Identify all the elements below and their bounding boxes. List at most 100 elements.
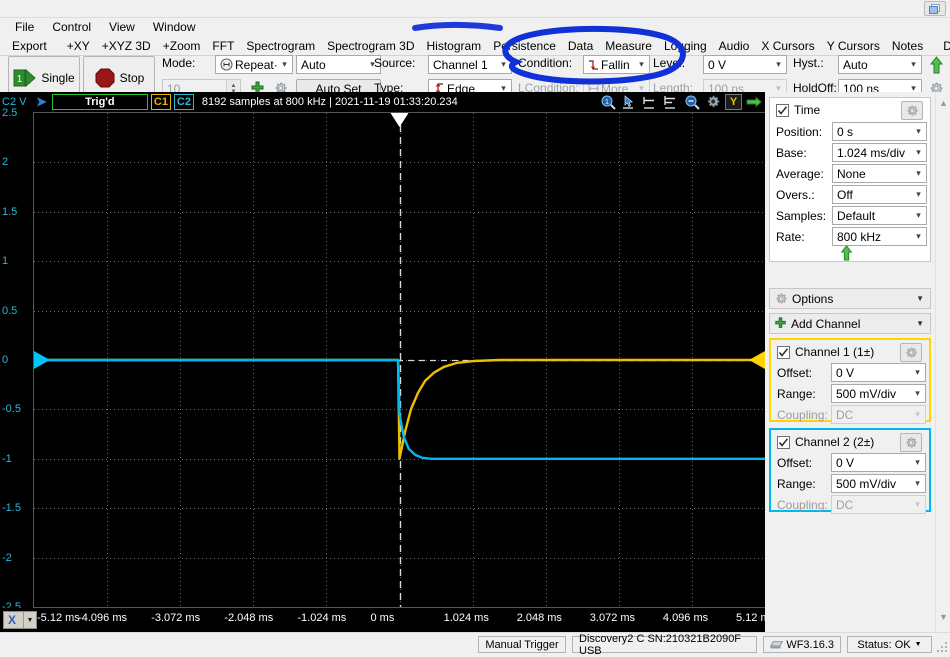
trigger-condition-select[interactable]: Fallin ▾ xyxy=(583,55,650,74)
channel-1-range-value: 500 mV/div xyxy=(836,386,897,401)
channel-2-settings-gear-button[interactable] xyxy=(900,433,922,452)
device-status-box[interactable]: Discovery2 C SN:210321B2090F USB xyxy=(572,633,757,657)
channel-2-badge[interactable]: C2 xyxy=(173,94,194,110)
title-bar xyxy=(0,0,950,18)
toolbar-item-export[interactable]: Export xyxy=(6,38,53,54)
menu-item-control[interactable]: Control xyxy=(43,19,100,35)
channel-2-offset-select[interactable]: 0 V ▾ xyxy=(831,453,926,472)
toolbar-item-histogram[interactable]: Histogram xyxy=(421,38,488,54)
waveform-plot[interactable]: 2.5 2 1.5 1 0.5 0 -0.5 -1 -1.5 -2 -2.5 xyxy=(0,107,765,613)
toolbar-item-measure[interactable]: Measure xyxy=(599,38,658,54)
hysteresis-value: Auto xyxy=(843,57,868,72)
menu-item-window[interactable]: Window xyxy=(144,19,205,35)
time-oversampling-select[interactable]: Off ▾ xyxy=(832,185,927,204)
time-position-select[interactable]: 0 s ▾ xyxy=(832,122,927,141)
toolbar-item-persistence[interactable]: Persistence xyxy=(487,38,562,54)
toolbar-item-zoom[interactable]: +Zoom xyxy=(157,38,207,54)
zoom-out-icon[interactable] xyxy=(683,94,701,111)
chevron-down-icon: ▾ xyxy=(916,147,921,157)
plot-grid[interactable] xyxy=(33,112,765,608)
manual-trigger-button[interactable]: Manual Trigger xyxy=(478,636,566,653)
chevron-down-icon: ▾ xyxy=(911,59,916,69)
time-enable-checkbox[interactable] xyxy=(776,104,789,117)
toolbar-item-spectrogram-3d[interactable]: Spectrogram 3D xyxy=(321,38,420,54)
time-samples-select[interactable]: Default ▾ xyxy=(832,206,927,225)
trigger-mode-select[interactable]: Auto ▾ xyxy=(296,55,381,74)
chevron-down-icon[interactable]: ▼ xyxy=(23,612,36,628)
status-dropdown-button[interactable]: Status: OK ▼ xyxy=(847,636,932,653)
x-axis-tick-label: 2.048 ms xyxy=(516,612,562,624)
toolbar-item-audio[interactable]: Audio xyxy=(713,38,756,54)
view-toolbar: Export +XY +XYZ 3D +Zoom FFT Spectrogram… xyxy=(0,36,950,56)
run-arrow-icon[interactable]: ➤ xyxy=(34,94,52,110)
toolbar-item-spectrogram[interactable]: Spectrogram xyxy=(240,38,321,54)
measure-left-icon[interactable] xyxy=(641,94,659,111)
y-axis[interactable]: 2.5 2 1.5 1 0.5 0 -0.5 -1 -1.5 -2 -2.5 xyxy=(0,107,33,613)
time-settings-gear-button[interactable] xyxy=(901,101,923,120)
y-axis-tick-label: -0.5 xyxy=(2,403,21,416)
green-up-arrow-icon xyxy=(929,55,943,73)
measure-both-icon[interactable] xyxy=(662,94,680,111)
pointer-select-icon[interactable] xyxy=(620,94,638,111)
channel-2-range-select[interactable]: 500 mV/div ▾ xyxy=(831,474,926,493)
menu-item-file[interactable]: File xyxy=(6,19,43,35)
scope-header-icons: 1 Y xyxy=(599,94,765,111)
channel-1-offset-label: Offset: xyxy=(777,366,813,380)
x-axis-select-label: X xyxy=(8,613,17,627)
waveform-canvas[interactable] xyxy=(34,113,765,607)
trigger-source-select[interactable]: Channel 1 ▾ xyxy=(428,55,512,74)
toolbar-item-fft[interactable]: FFT xyxy=(206,38,240,54)
svg-text:1: 1 xyxy=(605,99,609,106)
x-axis[interactable]: X ▼ -5.12 ms -4.096 ms -3.072 ms -2.048 ms -… xyxy=(0,608,775,632)
acquisition-control-panel: 1 Single Stop Mode: Repeat· ▾ Auto ▾ 10 … xyxy=(0,55,950,99)
time-rate-value: 800 kHz xyxy=(837,229,882,244)
toolbar-item-xyz-3d[interactable]: +XYZ 3D xyxy=(96,38,157,54)
options-dropdown[interactable]: Options ▼ xyxy=(769,288,931,309)
menu-item-view[interactable]: View xyxy=(100,19,144,35)
toolbar-item-notes[interactable]: Notes xyxy=(886,38,929,54)
time-apply-up-arrow-icon[interactable] xyxy=(840,245,853,264)
time-base-select[interactable]: 1.024 ms/div ▾ xyxy=(832,143,927,162)
add-channel-dropdown[interactable]: Add Channel ▼ xyxy=(769,313,931,334)
channel-1-offset-select[interactable]: 0 V ▾ xyxy=(831,363,926,382)
plot-settings-gear-icon[interactable] xyxy=(704,94,722,111)
mode-select[interactable]: Repeat· ▾ xyxy=(215,55,293,74)
trigger-level-select[interactable]: 0 V ▾ xyxy=(703,55,787,74)
apply-up-button[interactable] xyxy=(927,55,945,74)
channel-1-range-select[interactable]: 500 mV/div ▾ xyxy=(831,384,926,403)
x-axis-select-button[interactable]: X ▼ xyxy=(3,611,37,629)
version-label: WF3.16.3 xyxy=(786,638,834,651)
toolbar-item-y-cursors[interactable]: Y Cursors xyxy=(821,38,886,54)
zoom-in-icon[interactable]: 1 xyxy=(599,94,617,111)
status-bar: Manual Trigger Discovery2 C SN:210321B20… xyxy=(0,632,950,657)
channel-2-offset-marker[interactable] xyxy=(34,351,50,369)
stop-button-label: Stop xyxy=(119,70,145,85)
settings-panel-scrollbar[interactable]: ▲ ▼ xyxy=(935,92,950,632)
restore-window-button[interactable] xyxy=(924,1,946,16)
toolbar-item-xy[interactable]: +XY xyxy=(61,38,96,54)
mode-select-value: Repeat· xyxy=(235,57,277,72)
hysteresis-select[interactable]: Auto ▾ xyxy=(838,55,922,74)
version-status-box[interactable]: WF3.16.3 xyxy=(763,636,841,653)
manual-trigger-label: Manual Trigger xyxy=(485,638,559,651)
trigger-position-marker[interactable] xyxy=(390,113,409,127)
toolbar-item-x-cursors[interactable]: X Cursors xyxy=(755,38,820,54)
channel-1-offset-marker[interactable] xyxy=(749,351,765,369)
single-shot-icon: 1 xyxy=(13,68,37,87)
channel-1-enable-checkbox[interactable] xyxy=(777,346,790,359)
chevron-down-icon: ▼ xyxy=(914,641,922,648)
scroll-up-icon[interactable]: ▲ xyxy=(936,96,950,110)
channel-1-settings-gear-button[interactable] xyxy=(900,343,922,362)
channel-2-enable-checkbox[interactable] xyxy=(777,436,790,449)
time-average-select[interactable]: None ▾ xyxy=(832,164,927,183)
toolbar-item-digital[interactable]: Digital xyxy=(937,38,950,54)
scroll-down-icon[interactable]: ▼ xyxy=(936,610,950,624)
channel-1-badge[interactable]: C1 xyxy=(150,94,171,110)
y-axis-select-button[interactable]: Y xyxy=(725,94,742,110)
channel-1-coupling-select: DC ▾ xyxy=(831,405,926,424)
resize-grip[interactable] xyxy=(937,642,947,652)
time-rate-select[interactable]: 800 kHz ▾ xyxy=(832,227,927,246)
toolbar-item-data[interactable]: Data xyxy=(562,38,599,54)
toolbar-item-logging[interactable]: Logging xyxy=(658,38,713,54)
panel-expand-arrow-icon[interactable] xyxy=(745,94,763,111)
